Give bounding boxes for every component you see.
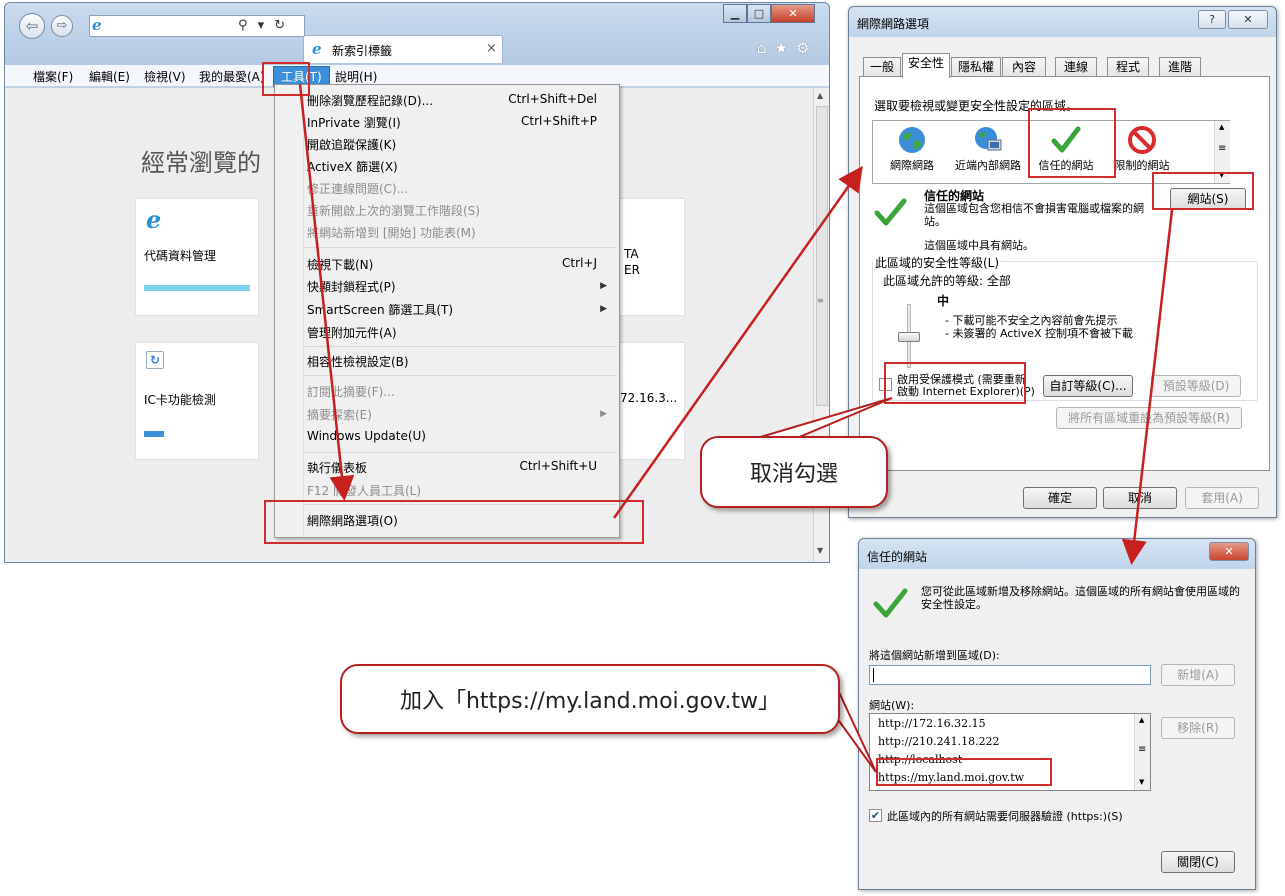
annotation-arrows [298,83,1174,773]
callout-text: 取消勾選 [749,462,838,487]
callout-text: 加入「https://my.land.moi.gov.tw」 [399,689,780,714]
callout-uncheck: 取消勾選 [700,436,888,508]
tab-security[interactable]: 安全性 [902,53,950,78]
arrow-sites-to-trusted [1121,209,1174,565]
callout-add-site: 加入「https://my.land.moi.gov.tw」 [340,664,840,734]
arrow-tools-to-options [298,83,355,501]
callout-tail [832,686,877,773]
